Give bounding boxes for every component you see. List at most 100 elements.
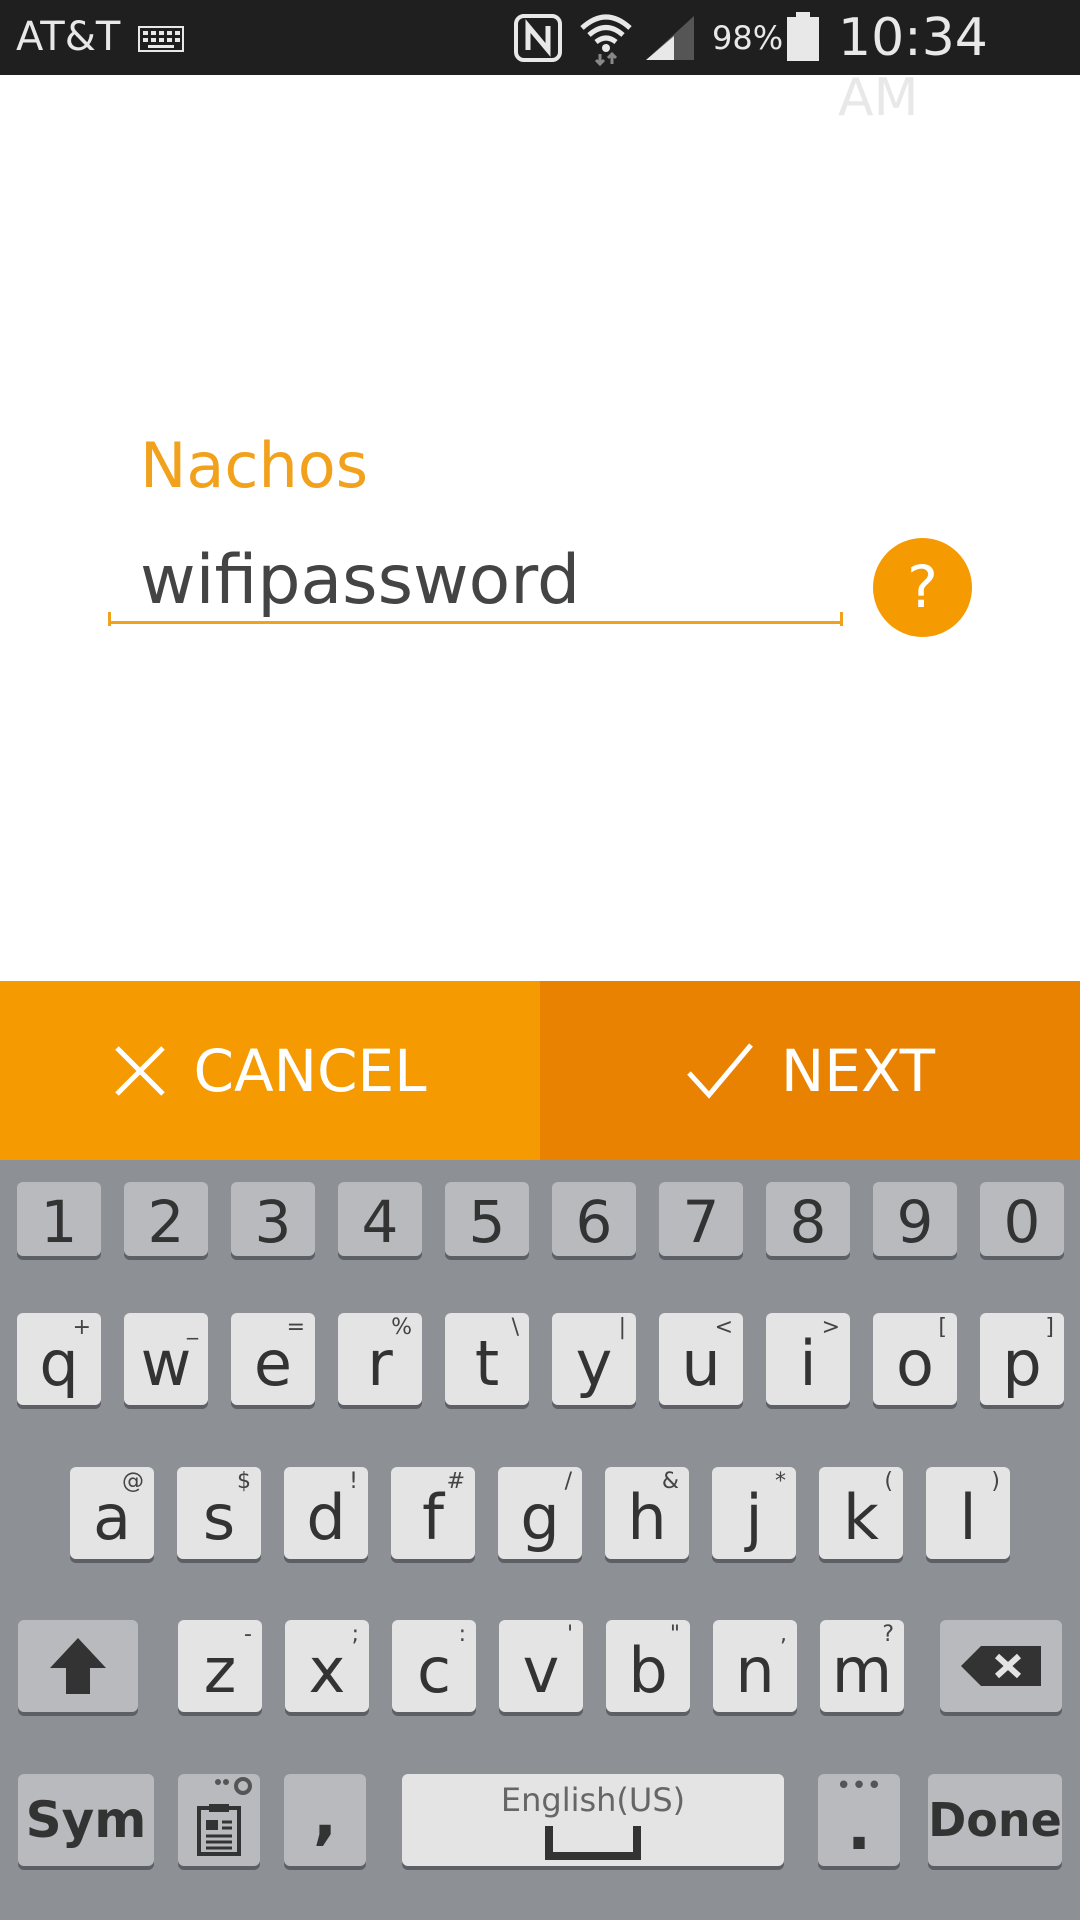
next-label: NEXT xyxy=(780,1036,936,1105)
key-q[interactable]: q + xyxy=(17,1313,101,1405)
key-j-hint: * xyxy=(775,1469,786,1494)
key-p-hint: ] xyxy=(1045,1315,1054,1340)
key-u[interactable]: u < xyxy=(659,1313,743,1405)
key-k[interactable]: k( xyxy=(819,1467,903,1559)
cancel-button[interactable]: CANCEL xyxy=(0,981,540,1160)
key-z-hint: - xyxy=(244,1622,252,1647)
close-icon xyxy=(115,1045,166,1096)
signal-icon xyxy=(646,16,694,60)
key-j[interactable]: j * xyxy=(712,1467,796,1559)
key-m-hint: ? xyxy=(882,1622,894,1647)
key-t[interactable]: t \ xyxy=(445,1313,529,1405)
key-2-label: 2 xyxy=(147,1188,185,1256)
comma-key-label: , xyxy=(312,1779,338,1853)
network-name-label: Nachos xyxy=(140,429,368,502)
done-key-label: Done xyxy=(928,1793,1062,1847)
key-d[interactable]: d! xyxy=(284,1467,368,1559)
key-b-hint: " xyxy=(669,1622,680,1647)
key-7[interactable]: 7 xyxy=(659,1182,743,1256)
key-x[interactable]: x; xyxy=(285,1620,369,1712)
key-2[interactable]: 2 xyxy=(124,1182,208,1256)
gear-icon xyxy=(215,1777,252,1795)
key-z[interactable]: z- xyxy=(178,1620,262,1712)
next-button[interactable]: NEXT xyxy=(540,981,1080,1160)
key-l[interactable]: l) xyxy=(926,1467,1010,1559)
sym-key-label: Sym xyxy=(25,1791,147,1849)
nfc-icon xyxy=(514,14,562,62)
key-s[interactable]: s $ xyxy=(177,1467,261,1559)
key-d-hint: ! xyxy=(349,1469,358,1494)
period-key[interactable]: . ••• xyxy=(818,1771,900,1866)
key-r-hint: % xyxy=(391,1315,412,1340)
key-m[interactable]: m? xyxy=(820,1620,904,1712)
key-1[interactable]: 1 xyxy=(17,1182,101,1256)
comma-key[interactable]: , xyxy=(284,1774,366,1866)
key-5-label: 5 xyxy=(468,1188,506,1256)
done-key[interactable]: Done xyxy=(928,1774,1062,1866)
key-9-label: 9 xyxy=(896,1188,934,1256)
key-b[interactable]: b " xyxy=(606,1620,690,1712)
key-s-hint: $ xyxy=(237,1469,251,1494)
key-p[interactable]: p] xyxy=(980,1313,1064,1405)
more-dots-icon: ••• xyxy=(835,1771,882,1801)
key-v[interactable]: v ' xyxy=(499,1620,583,1712)
space-bar-icon xyxy=(545,1826,641,1860)
key-y[interactable]: y | xyxy=(552,1313,636,1405)
input-underline-left-tick xyxy=(108,612,111,626)
shift-icon xyxy=(50,1638,106,1694)
key-a-hint: @ xyxy=(122,1469,144,1494)
space-key[interactable]: English(US) xyxy=(402,1774,784,1866)
key-c[interactable]: c: xyxy=(392,1620,476,1712)
key-h[interactable]: h & xyxy=(605,1467,689,1559)
key-k-hint: ( xyxy=(884,1469,893,1494)
sym-key[interactable]: Sym xyxy=(18,1774,154,1866)
key-4[interactable]: 4 xyxy=(338,1182,422,1256)
key-g-hint: / xyxy=(564,1469,572,1494)
key-u-hint: < xyxy=(714,1315,733,1340)
clipboard-icon xyxy=(197,1804,241,1856)
key-o[interactable]: o[ xyxy=(873,1313,957,1405)
key-e[interactable]: e = xyxy=(231,1313,315,1405)
key-f[interactable]: f # xyxy=(391,1467,475,1559)
password-input[interactable] xyxy=(110,540,840,624)
key-6-label: 6 xyxy=(575,1188,613,1256)
help-button[interactable]: ? xyxy=(873,538,972,637)
backspace-key[interactable] xyxy=(940,1620,1062,1712)
key-x-hint: ; xyxy=(351,1622,359,1647)
key-n[interactable]: n, xyxy=(713,1620,797,1712)
key-0-label: 0 xyxy=(1003,1188,1041,1256)
key-q-hint: + xyxy=(72,1315,91,1340)
key-0[interactable]: 0 xyxy=(980,1182,1064,1256)
clipboard-settings-key[interactable] xyxy=(178,1774,260,1866)
key-w[interactable]: w _ xyxy=(124,1313,208,1405)
key-i[interactable]: i > xyxy=(766,1313,850,1405)
key-g[interactable]: g / xyxy=(498,1467,582,1559)
battery-percent: 98% xyxy=(712,19,784,57)
key-4-label: 4 xyxy=(361,1188,399,1256)
key-t-hint: \ xyxy=(511,1315,519,1340)
cancel-label: CANCEL xyxy=(193,1036,427,1105)
soft-keyboard: 1 2 3 4 5 6 7 8 9 0 q + w _ e = r% t \ y | u < i > o[p] a @ s $ d! f # g /… xyxy=(0,1160,1080,1920)
key-5[interactable]: 5 xyxy=(445,1182,529,1256)
check-icon xyxy=(687,1042,753,1099)
key-h-hint: & xyxy=(661,1469,679,1494)
key-l-hint: ) xyxy=(991,1469,1000,1494)
key-9[interactable]: 9 xyxy=(873,1182,957,1256)
keyboard-icon xyxy=(138,26,184,52)
key-8[interactable]: 8 xyxy=(766,1182,850,1256)
key-7-label: 7 xyxy=(682,1188,720,1256)
key-a[interactable]: a @ xyxy=(70,1467,154,1559)
key-3[interactable]: 3 xyxy=(231,1182,315,1256)
key-e-hint: = xyxy=(286,1315,305,1340)
carrier-label: AT&T xyxy=(16,14,121,60)
clock: 10:34 AM xyxy=(838,8,988,128)
key-3-label: 3 xyxy=(254,1188,292,1256)
key-6[interactable]: 6 xyxy=(552,1182,636,1256)
shift-key[interactable] xyxy=(18,1620,138,1712)
key-r[interactable]: r% xyxy=(338,1313,422,1405)
key-n-hint: , xyxy=(780,1622,787,1647)
key-y-hint: | xyxy=(618,1315,626,1340)
key-v-hint: ' xyxy=(566,1622,573,1647)
period-key-label: . xyxy=(846,1791,872,1865)
battery-icon xyxy=(787,12,819,61)
